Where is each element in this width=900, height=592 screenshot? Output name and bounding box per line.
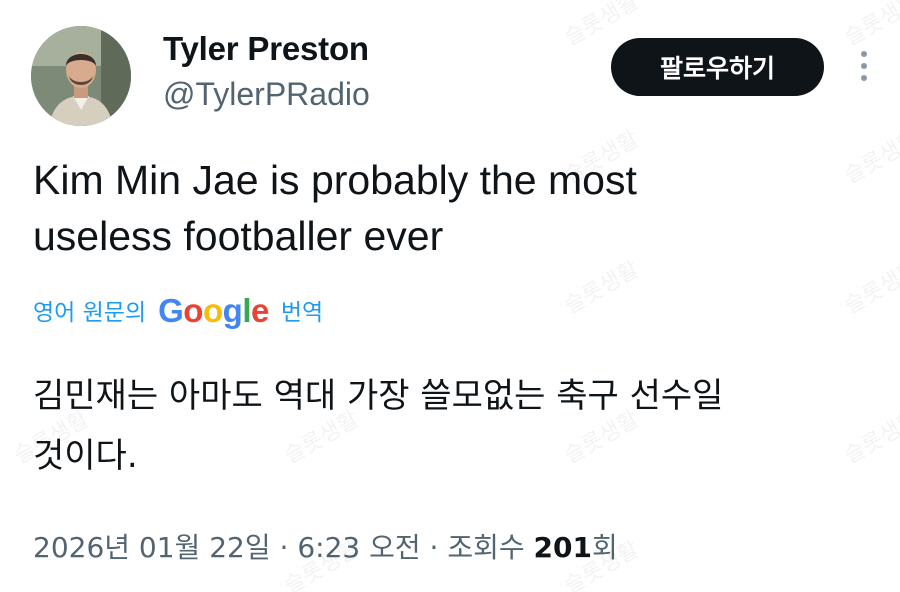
more-dot — [861, 51, 867, 57]
views-suffix: 회 — [592, 531, 618, 564]
tweet-meta: 2026년 01월 22일 · 6:23 오전 · 조회수 201회 — [33, 526, 618, 566]
author-display-name[interactable]: Tyler Preston — [163, 30, 369, 68]
author-handle[interactable]: @TylerPRadio — [163, 76, 370, 113]
meta-separator: · — [429, 531, 439, 564]
more-vertical-icon[interactable] — [846, 44, 882, 88]
author-avatar[interactable] — [31, 26, 131, 126]
avatar-photo — [31, 26, 131, 126]
follow-button[interactable]: 팔로우하기 — [611, 38, 824, 96]
views-label: 조회수 — [447, 531, 525, 564]
tweet-time[interactable]: 6:23 오전 — [297, 531, 420, 564]
meta-separator: · — [279, 531, 289, 564]
views-count[interactable]: 201 — [534, 531, 592, 564]
translation-attribution-link[interactable]: 영어 원문의 Google 번역 — [33, 291, 323, 329]
more-dot — [861, 75, 867, 81]
tweet-date[interactable]: 2026년 01월 22일 — [33, 531, 271, 564]
translated-tweet-text: 김민재는 아마도 역대 가장 쓸모없는 축구 선수일 것이다. — [33, 376, 724, 476]
tweet-text: Kim Min Jae is probably the most useless… — [33, 157, 637, 259]
translate-prefix: 영어 원문의 — [33, 300, 147, 326]
translate-suffix: 번역 — [280, 300, 324, 326]
google-logo-icon: Google — [158, 292, 269, 329]
more-dot — [861, 63, 867, 69]
